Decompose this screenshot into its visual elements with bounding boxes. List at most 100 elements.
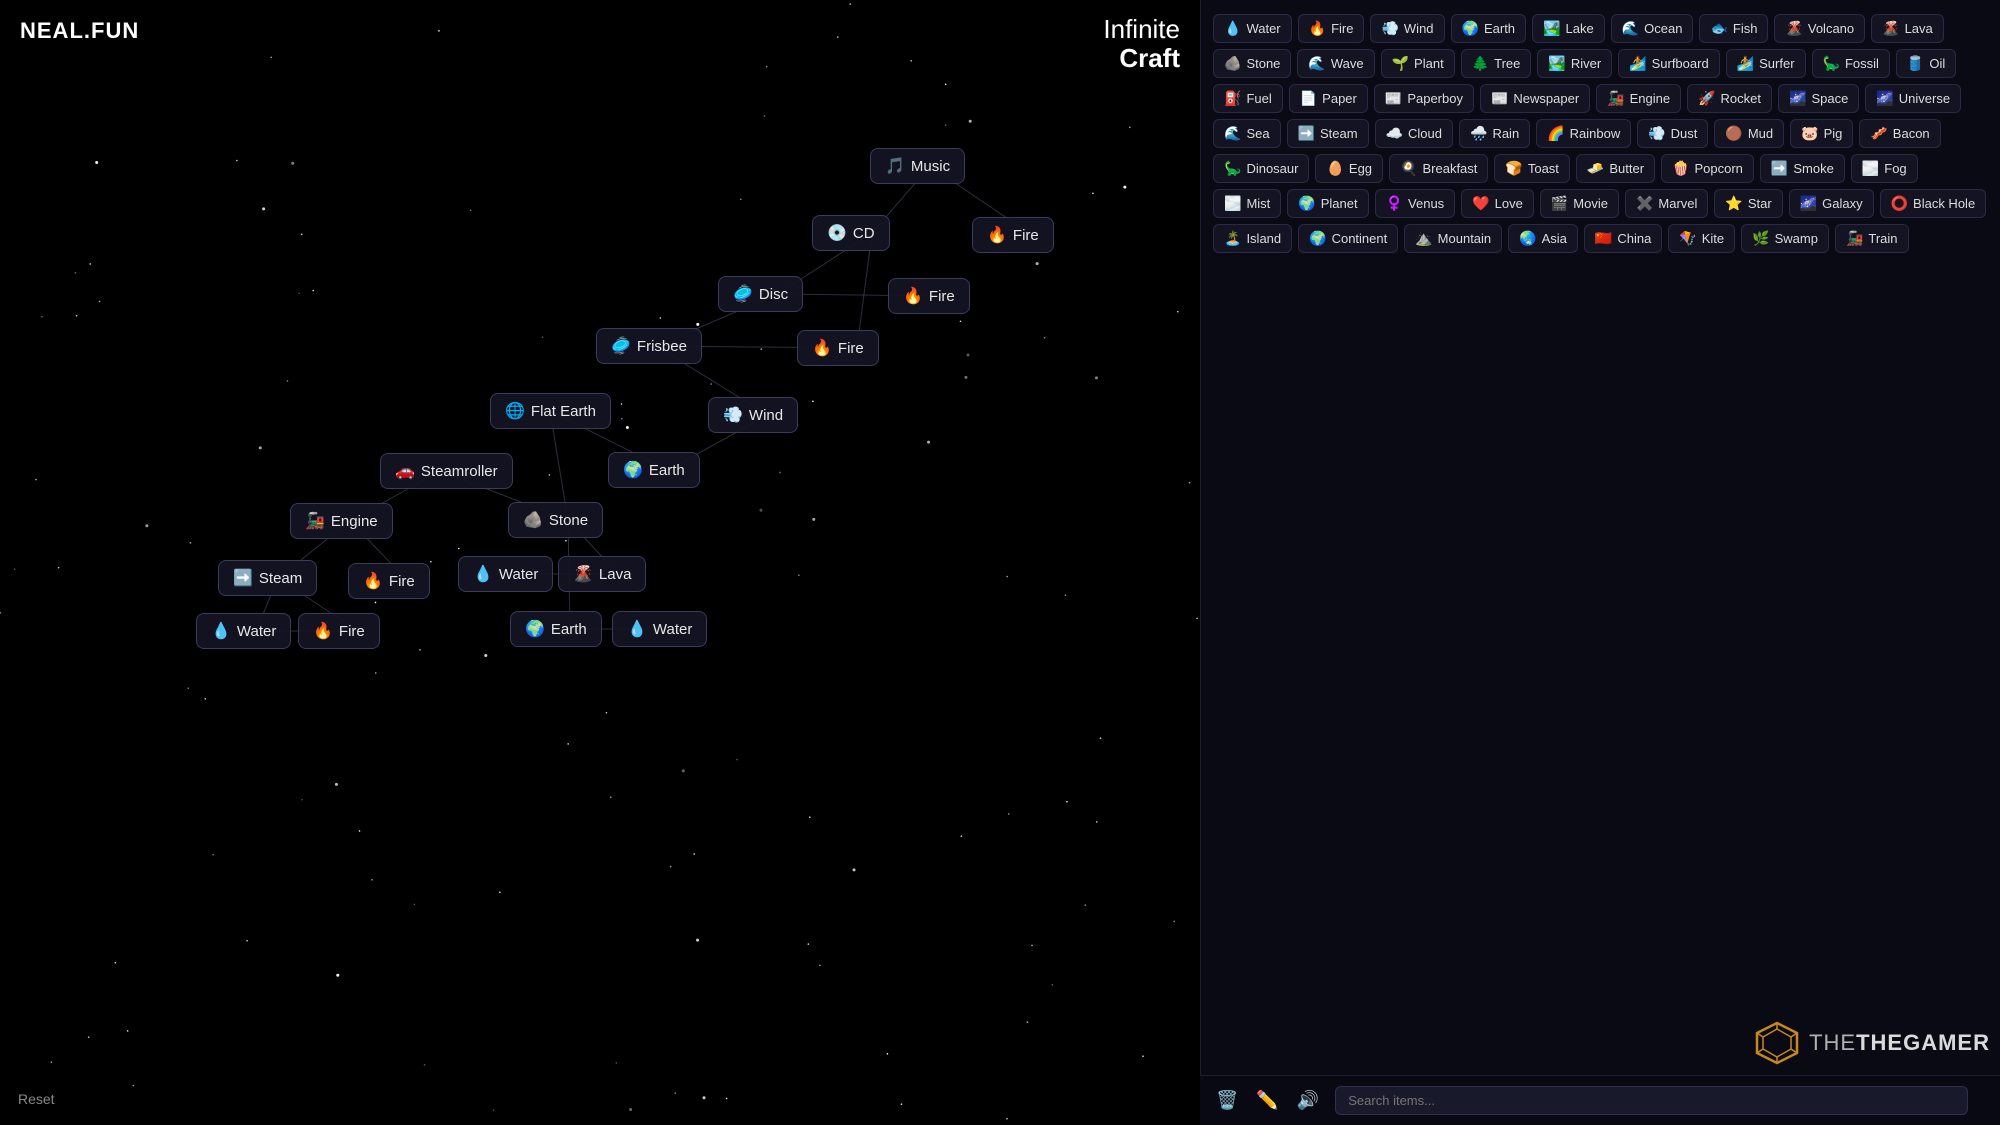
item-chip-steam[interactable]: ➡️Steam: [1287, 119, 1369, 148]
item-chip-fire[interactable]: 🔥Fire: [1298, 14, 1365, 43]
node-label: Fire: [1013, 227, 1039, 244]
item-chip-marvel[interactable]: ✖️Marvel: [1625, 189, 1708, 218]
item-chip-star[interactable]: ⭐Star: [1714, 189, 1782, 218]
search-input[interactable]: [1335, 1086, 1968, 1115]
item-chip-smoke[interactable]: ➡️Smoke: [1760, 154, 1845, 183]
node-water2[interactable]: 💧Water: [196, 613, 291, 649]
node-label: Water: [499, 566, 538, 583]
item-chip-popcorn[interactable]: 🍿Popcorn: [1661, 154, 1754, 183]
reset-button[interactable]: Reset: [18, 1091, 55, 1107]
item-chip-paperboy[interactable]: 📰Paperboy: [1374, 84, 1474, 113]
node-fire1[interactable]: 🔥Fire: [972, 217, 1054, 253]
node-steamroller[interactable]: 🚗Steamroller: [380, 453, 513, 489]
item-chip-lava[interactable]: 🌋Lava: [1871, 14, 1944, 43]
item-chip-newspaper[interactable]: 📰Newspaper: [1480, 84, 1590, 113]
item-chip-train[interactable]: 🚂Train: [1835, 224, 1909, 253]
item-chip-fish[interactable]: 🐟Fish: [1699, 14, 1768, 43]
item-chip-plant[interactable]: 🌱Plant: [1381, 49, 1455, 78]
chip-label: Oil: [1929, 56, 1945, 71]
item-chip-breakfast[interactable]: 🍳Breakfast: [1389, 154, 1488, 183]
item-chip-planet[interactable]: 🌍Planet: [1287, 189, 1368, 218]
chip-emoji: ➡️: [1771, 160, 1788, 177]
chip-label: Butter: [1609, 161, 1644, 176]
item-chip-movie[interactable]: 🎬Movie: [1540, 189, 1619, 218]
chip-label: Asia: [1542, 231, 1567, 246]
item-chip-black-hole[interactable]: ⭕Black Hole: [1880, 189, 1987, 218]
item-chip-universe[interactable]: 🌌Universe: [1865, 84, 1961, 113]
item-chip-mountain[interactable]: ⛰️Mountain: [1404, 224, 1502, 253]
item-chip-fog[interactable]: 🌫️Fog: [1851, 154, 1918, 183]
item-chip-space[interactable]: 🌌Space: [1778, 84, 1859, 113]
item-chip-ocean[interactable]: 🌊Ocean: [1611, 14, 1694, 43]
item-chip-rocket[interactable]: 🚀Rocket: [1687, 84, 1772, 113]
item-chip-paper[interactable]: 📄Paper: [1289, 84, 1368, 113]
item-chip-wind[interactable]: 💨Wind: [1370, 14, 1444, 43]
item-chip-oil[interactable]: 🛢️Oil: [1896, 49, 1956, 78]
items-panel[interactable]: 💧Water🔥Fire💨Wind🌍Earth🏞️Lake🌊Ocean🐟Fish🌋…: [1200, 0, 2000, 1125]
node-flatearth[interactable]: 🌐Flat Earth: [490, 393, 611, 429]
item-chip-earth[interactable]: 🌍Earth: [1451, 14, 1527, 43]
trash-icon[interactable]: 🗑️: [1216, 1090, 1238, 1111]
node-steam[interactable]: ➡️Steam: [218, 560, 317, 596]
node-emoji: 🔥: [363, 571, 383, 591]
item-chip-love[interactable]: ❤️Love: [1461, 189, 1534, 218]
item-chip-pig[interactable]: 🐷Pig: [1790, 119, 1853, 148]
item-chip-china[interactable]: 🇨🇳China: [1584, 224, 1662, 253]
item-chip-river[interactable]: 🏞️River: [1537, 49, 1612, 78]
item-chip-lake[interactable]: 🏞️Lake: [1532, 14, 1605, 43]
node-emoji: 🔥: [903, 286, 923, 306]
node-stone[interactable]: 🪨Stone: [508, 502, 603, 538]
item-chip-volcano[interactable]: 🌋Volcano: [1774, 14, 1865, 43]
node-water3[interactable]: 💧Water: [612, 611, 707, 647]
item-chip-asia[interactable]: 🌏Asia: [1508, 224, 1578, 253]
node-water1[interactable]: 💧Water: [458, 556, 553, 592]
node-fire2[interactable]: 🔥 Fire: [888, 278, 970, 314]
item-chip-fossil[interactable]: 🦕Fossil: [1812, 49, 1890, 78]
sound-icon[interactable]: 🔊: [1297, 1090, 1319, 1111]
item-chip-surfboard[interactable]: 🏄Surfboard: [1618, 49, 1720, 78]
item-chip-kite[interactable]: 🪁Kite: [1668, 224, 1735, 253]
item-chip-rainbow[interactable]: 🌈Rainbow: [1536, 119, 1631, 148]
item-chip-tree[interactable]: 🌲Tree: [1461, 49, 1532, 78]
node-music[interactable]: 🎵Music: [870, 148, 965, 184]
item-chip-fuel[interactable]: ⛽Fuel: [1213, 84, 1283, 113]
node-emoji: 💨: [723, 405, 743, 425]
node-engine1[interactable]: 🚂Engine: [290, 503, 393, 539]
item-chip-toast[interactable]: 🍞Toast: [1494, 154, 1570, 183]
item-chip-rain[interactable]: 🌧️Rain: [1459, 119, 1530, 148]
item-chip-cloud[interactable]: ☁️Cloud: [1375, 119, 1453, 148]
node-lava[interactable]: 🌋Lava: [558, 556, 646, 592]
node-frisbee[interactable]: 🥏Frisbee: [596, 328, 702, 364]
item-chip-sea[interactable]: 🌊Sea: [1213, 119, 1281, 148]
chip-label: China: [1617, 231, 1651, 246]
node-cd[interactable]: 💿CD: [812, 215, 890, 251]
item-chip-stone[interactable]: 🪨Stone: [1213, 49, 1291, 78]
node-disc[interactable]: 🥏Disc: [718, 276, 803, 312]
node-earth2[interactable]: 🌍Earth: [510, 611, 602, 647]
item-chip-dust[interactable]: 💨Dust: [1637, 119, 1708, 148]
node-fire5[interactable]: 🔥Fire: [298, 613, 380, 649]
node-earth1[interactable]: 🌍Earth: [608, 452, 700, 488]
item-chip-wave[interactable]: 🌊Wave: [1297, 49, 1374, 78]
node-label: Fire: [339, 623, 365, 640]
item-chip-water[interactable]: 💧Water: [1213, 14, 1292, 43]
item-chip-mist[interactable]: 🌫️Mist: [1213, 189, 1281, 218]
item-chip-dinosaur[interactable]: 🦕Dinosaur: [1213, 154, 1309, 183]
node-wind[interactable]: 💨Wind: [708, 397, 798, 433]
item-chip-engine[interactable]: 🚂Engine: [1596, 84, 1681, 113]
item-chip-swamp[interactable]: 🌿Swamp: [1741, 224, 1829, 253]
node-label: Fire: [929, 288, 955, 305]
item-chip-egg[interactable]: 🥚Egg: [1315, 154, 1383, 183]
item-chip-bacon[interactable]: 🥓Bacon: [1859, 119, 1940, 148]
node-fire4[interactable]: 🔥Fire: [348, 563, 430, 599]
item-chip-venus[interactable]: ♀️Venus: [1375, 189, 1456, 218]
node-fire3[interactable]: 🔥Fire: [797, 330, 879, 366]
item-chip-island[interactable]: 🏝️Island: [1213, 224, 1292, 253]
item-chip-butter[interactable]: 🧈Butter: [1576, 154, 1655, 183]
item-chip-continent[interactable]: 🌍Continent: [1298, 224, 1398, 253]
canvas-area[interactable]: 🎵Music💿CD🔥Fire🥏Disc🔥Fire🥏Frisbee🔥Fire🌐Fl…: [0, 0, 1200, 1125]
item-chip-galaxy[interactable]: 🌌Galaxy: [1789, 189, 1874, 218]
pencil-icon[interactable]: ✏️: [1256, 1090, 1278, 1111]
item-chip-surfer[interactable]: 🏄Surfer: [1726, 49, 1806, 78]
item-chip-mud[interactable]: 🟤Mud: [1714, 119, 1784, 148]
